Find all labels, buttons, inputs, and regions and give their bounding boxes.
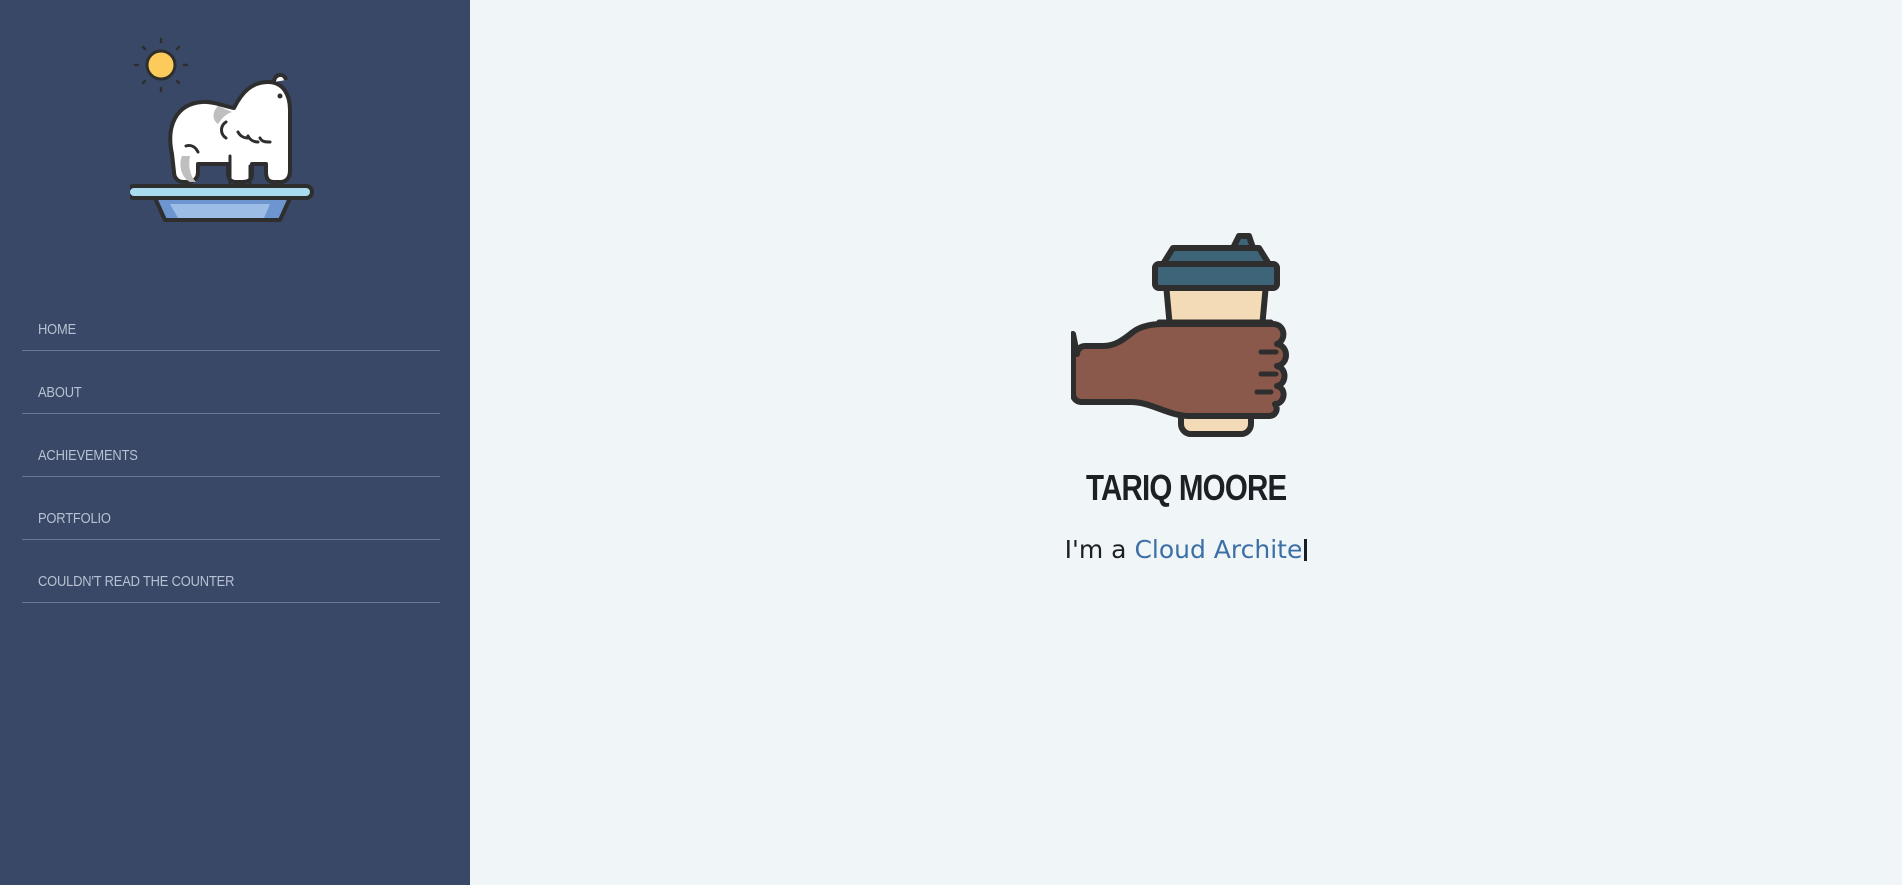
tagline-role: Cloud Archite (1134, 535, 1303, 564)
nav-item-label: HOME (38, 321, 77, 338)
person-name: TARIQ MOORE (1085, 467, 1287, 508)
page: HOME ABOUT ACHIEVEMENTS PORTFOLIO COULDN… (0, 0, 1902, 885)
nav-item-label: ACHIEVEMENTS (38, 447, 138, 464)
nav-item-label: PORTFOLIO (38, 510, 111, 527)
hero: TARIQ MOORE I'm a Cloud Archite (470, 224, 1902, 564)
hand-holding-coffee-icon (1071, 233, 1289, 437)
nav-item-achievements[interactable]: ACHIEVEMENTS (22, 414, 440, 477)
nav-item-about[interactable]: ABOUT (22, 351, 440, 414)
main-content: TARIQ MOORE I'm a Cloud Archite (470, 0, 1902, 885)
nav-item-label: COULDN'T READ THE COUNTER (38, 573, 235, 590)
typing-cursor (1304, 539, 1308, 561)
nav-item-label: ABOUT (38, 384, 82, 401)
sidebar-nav: HOME ABOUT ACHIEVEMENTS PORTFOLIO COULDN… (22, 288, 440, 603)
nav-item-portfolio[interactable]: PORTFOLIO (22, 477, 440, 540)
nav-item-counter[interactable]: COULDN'T READ THE COUNTER (22, 540, 440, 603)
nav-item-home[interactable]: HOME (22, 288, 440, 351)
tagline: I'm a Cloud Archite (470, 535, 1902, 564)
name-wrapper: TARIQ MOORE (470, 449, 1902, 509)
sidebar: HOME ABOUT ACHIEVEMENTS PORTFOLIO COULDN… (0, 0, 470, 885)
polar-bear-on-ice-icon[interactable] (130, 36, 320, 226)
tagline-prefix: I'm a (1064, 535, 1135, 564)
